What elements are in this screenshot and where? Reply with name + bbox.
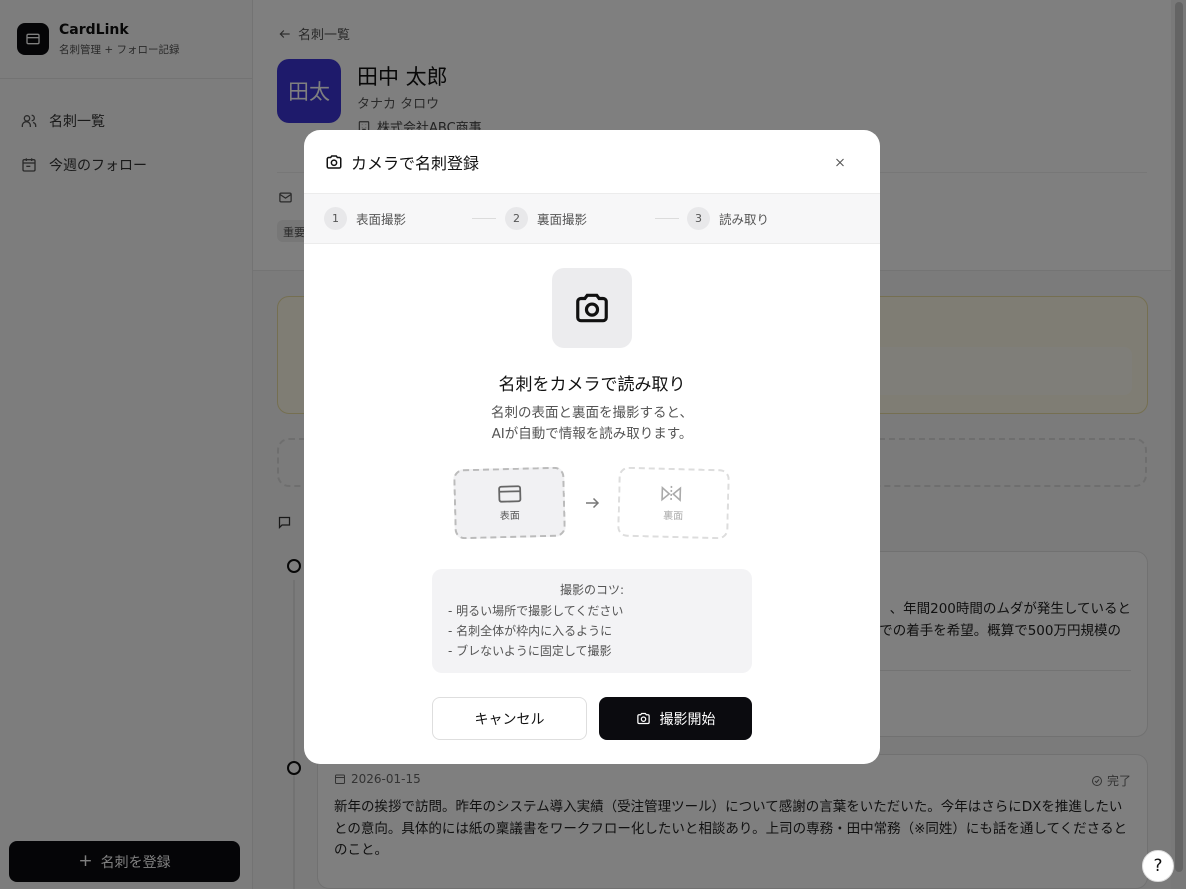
step-number: 1 [324, 207, 347, 230]
step-indicator: 1 表面撮影 2 裏面撮影 3 読み取り [304, 194, 880, 244]
tips-list: - 明るい場所で撮影してください - 名刺全体が枠内に入るように - ブレないよ… [432, 601, 752, 661]
help-button[interactable]: ? [1142, 850, 1174, 882]
step-read: 3 読み取り [687, 207, 769, 230]
back-label: 裏面 [663, 510, 684, 522]
back-card-slot: 裏面 [617, 466, 730, 540]
camera-icon [576, 293, 608, 323]
cancel-button[interactable]: キャンセル [432, 697, 587, 740]
tip-item: - 明るい場所で撮影してください [448, 604, 624, 618]
step-back: 2 裏面撮影 [505, 207, 587, 230]
step-label: 読み取り [719, 212, 770, 227]
flip-icon [660, 485, 681, 502]
camera-tile [552, 268, 632, 348]
step-front: 1 表面撮影 [324, 207, 406, 230]
description-line: AIが自動で情報を読み取ります。 [491, 426, 693, 442]
close-button[interactable] [834, 152, 854, 172]
step-number: 2 [505, 207, 528, 230]
dialog-description: 名刺の表面と裏面を撮影すると、 AIが自動で情報を読み取ります。 [304, 403, 880, 445]
dialog-heading: 名刺をカメラで読み取り [498, 375, 686, 395]
arrow-right-icon [583, 494, 601, 516]
tips-title: 撮影のコツ: [559, 583, 625, 597]
step-label: 表面撮影 [356, 212, 407, 227]
camera-icon [326, 154, 342, 169]
front-card-slot: 表面 [453, 466, 566, 540]
step-number: 3 [687, 207, 710, 230]
camera-register-dialog: カメラで名刺登録 1 表面撮影 2 裏面撮影 3 読み取り 名刺をカメラで読み取… [304, 130, 880, 764]
description-line: 名刺の表面と裏面を撮影すると、 [491, 405, 693, 421]
step-separator [655, 218, 679, 219]
camera-icon [636, 712, 650, 725]
start-label: 撮影開始 [659, 711, 716, 728]
tip-item: - ブレないように固定して撮影 [448, 644, 612, 658]
dialog-title: カメラで名刺登録 [351, 153, 480, 173]
dialog-header: カメラで名刺登録 [304, 130, 880, 194]
close-icon [836, 158, 844, 166]
start-capture-button[interactable]: 撮影開始 [599, 697, 752, 740]
tips-box: 撮影のコツ: - 明るい場所で撮影してください - 名刺全体が枠内に入るように … [432, 569, 752, 673]
step-separator [472, 218, 496, 219]
front-label: 表面 [499, 510, 520, 522]
card-icon [497, 484, 521, 503]
tip-item: - 名刺全体が枠内に入るように [448, 624, 613, 638]
step-label: 裏面撮影 [537, 212, 588, 227]
